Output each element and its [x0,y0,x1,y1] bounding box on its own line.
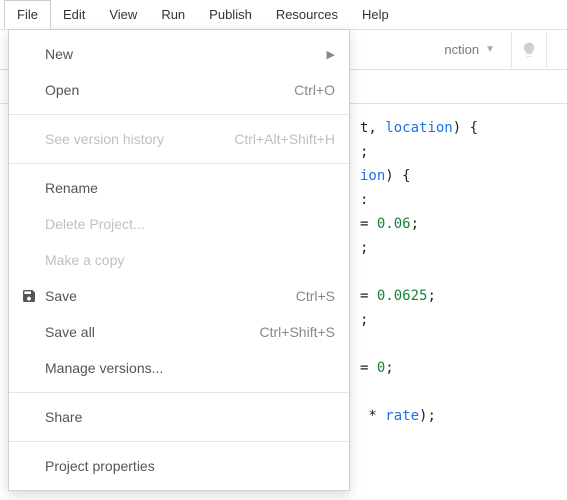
hint-button[interactable] [511,32,547,68]
function-selector[interactable]: nction ▼ [436,38,503,61]
menu-item-label: Make a copy [45,252,335,268]
function-label: nction [444,42,479,57]
save-icon [21,288,45,304]
menu-view[interactable]: View [97,1,149,28]
menu-item-see-version-history: See version historyCtrl+Alt+Shift+H [9,121,349,157]
menu-help[interactable]: Help [350,1,401,28]
menu-item-project-properties[interactable]: Project properties [9,448,349,484]
menu-item-open[interactable]: OpenCtrl+O [9,72,349,108]
menu-item-save-all[interactable]: Save allCtrl+Shift+S [9,314,349,350]
menu-edit[interactable]: Edit [51,1,97,28]
menu-shortcut: Ctrl+O [294,82,335,98]
menu-item-label: See version history [45,131,234,147]
menu-resources[interactable]: Resources [264,1,350,28]
menu-separator [9,392,349,393]
file-dropdown-menu: New▶OpenCtrl+OSee version historyCtrl+Al… [8,29,350,491]
menu-shortcut: Ctrl+Shift+S [260,324,335,340]
menu-item-label: Manage versions... [45,360,335,376]
menu-item-share[interactable]: Share [9,399,349,435]
menu-separator [9,163,349,164]
menu-publish[interactable]: Publish [197,1,264,28]
menu-item-label: Save all [45,324,260,340]
menu-item-rename[interactable]: Rename [9,170,349,206]
menubar: File Edit View Run Publish Resources Hel… [0,0,567,30]
caret-down-icon: ▼ [485,44,495,55]
menu-shortcut: Ctrl+Alt+Shift+H [234,131,335,147]
menu-run[interactable]: Run [149,1,197,28]
menu-file[interactable]: File [4,0,51,29]
lightbulb-icon [520,41,538,59]
menu-item-label: Open [45,82,294,98]
menu-item-label: Save [45,288,296,304]
menu-item-label: Share [45,409,335,425]
menu-item-delete-project: Delete Project... [9,206,349,242]
menu-item-manage-versions[interactable]: Manage versions... [9,350,349,386]
menu-separator [9,441,349,442]
menu-item-label: New [45,46,327,62]
chevron-right-icon: ▶ [327,48,335,61]
menu-item-save[interactable]: SaveCtrl+S [9,278,349,314]
menu-item-make-a-copy: Make a copy [9,242,349,278]
menu-item-new[interactable]: New▶ [9,36,349,72]
menu-item-label: Rename [45,180,335,196]
menu-separator [9,114,349,115]
menu-item-label: Delete Project... [45,216,335,232]
menu-shortcut: Ctrl+S [296,288,335,304]
menu-item-label: Project properties [45,458,335,474]
